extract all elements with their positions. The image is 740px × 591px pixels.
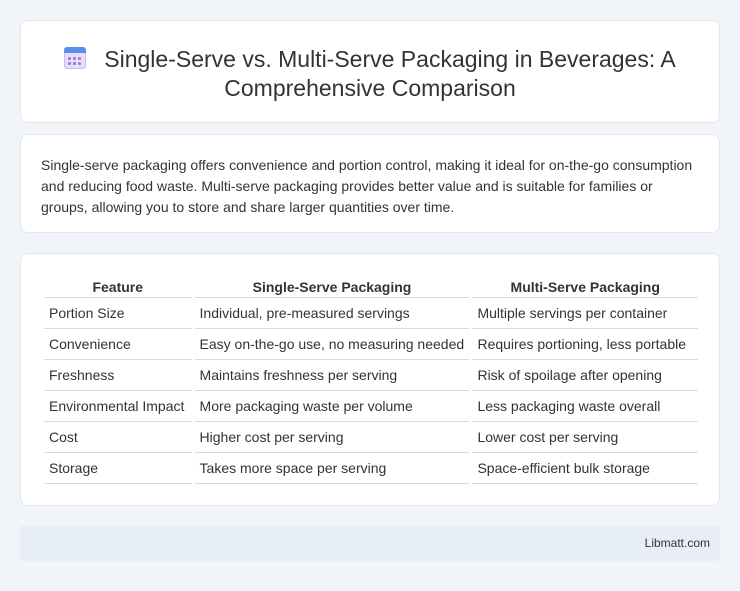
table-row: Convenience Easy on-the-go use, no measu… — [44, 329, 698, 360]
multi-serve-cell: Lower cost per serving — [472, 422, 698, 453]
feature-cell: Convenience — [44, 329, 192, 360]
single-serve-cell: More packaging waste per volume — [194, 391, 470, 422]
table-row: Storage Takes more space per serving Spa… — [44, 453, 698, 484]
single-serve-cell: Easy on-the-go use, no measuring needed — [194, 329, 470, 360]
page-title: Single-Serve vs. Multi-Serve Packaging i… — [104, 46, 676, 101]
comparison-card: Feature Single-Serve Packaging Multi-Ser… — [20, 253, 720, 506]
footer-bar: Libmatt.com — [20, 526, 720, 561]
feature-cell: Storage — [44, 453, 192, 484]
column-header-feature: Feature — [44, 276, 192, 298]
multi-serve-cell: Multiple servings per container — [472, 298, 698, 329]
column-header-multi-serve: Multi-Serve Packaging — [472, 276, 698, 298]
single-serve-cell: Higher cost per serving — [194, 422, 470, 453]
table-row: Portion Size Individual, pre-measured se… — [44, 298, 698, 329]
feature-cell: Freshness — [44, 360, 192, 391]
summary-card: Single-serve packaging offers convenienc… — [20, 134, 720, 233]
table-header-row: Feature Single-Serve Packaging Multi-Ser… — [44, 276, 698, 298]
single-serve-cell: Takes more space per serving — [194, 453, 470, 484]
single-serve-cell: Individual, pre-measured servings — [194, 298, 470, 329]
calendar-icon — [64, 47, 87, 69]
table-row: Freshness Maintains freshness per servin… — [44, 360, 698, 391]
feature-cell: Cost — [44, 422, 192, 453]
title-card: Single-Serve vs. Multi-Serve Packaging i… — [20, 20, 720, 123]
multi-serve-cell: Space-efficient bulk storage — [472, 453, 698, 484]
multi-serve-cell: Requires portioning, less portable — [472, 329, 698, 360]
column-header-single-serve: Single-Serve Packaging — [194, 276, 470, 298]
multi-serve-cell: Risk of spoilage after opening — [472, 360, 698, 391]
page-title-container: Single-Serve vs. Multi-Serve Packaging i… — [21, 45, 719, 103]
table-row: Environmental Impact More packaging wast… — [44, 391, 698, 422]
multi-serve-cell: Less packaging waste overall — [472, 391, 698, 422]
comparison-table: Feature Single-Serve Packaging Multi-Ser… — [41, 276, 701, 484]
footer-brand[interactable]: Libmatt.com — [645, 536, 710, 550]
table-row: Cost Higher cost per serving Lower cost … — [44, 422, 698, 453]
single-serve-cell: Maintains freshness per serving — [194, 360, 470, 391]
summary-text: Single-serve packaging offers convenienc… — [41, 157, 693, 215]
feature-cell: Environmental Impact — [44, 391, 192, 422]
feature-cell: Portion Size — [44, 298, 192, 329]
